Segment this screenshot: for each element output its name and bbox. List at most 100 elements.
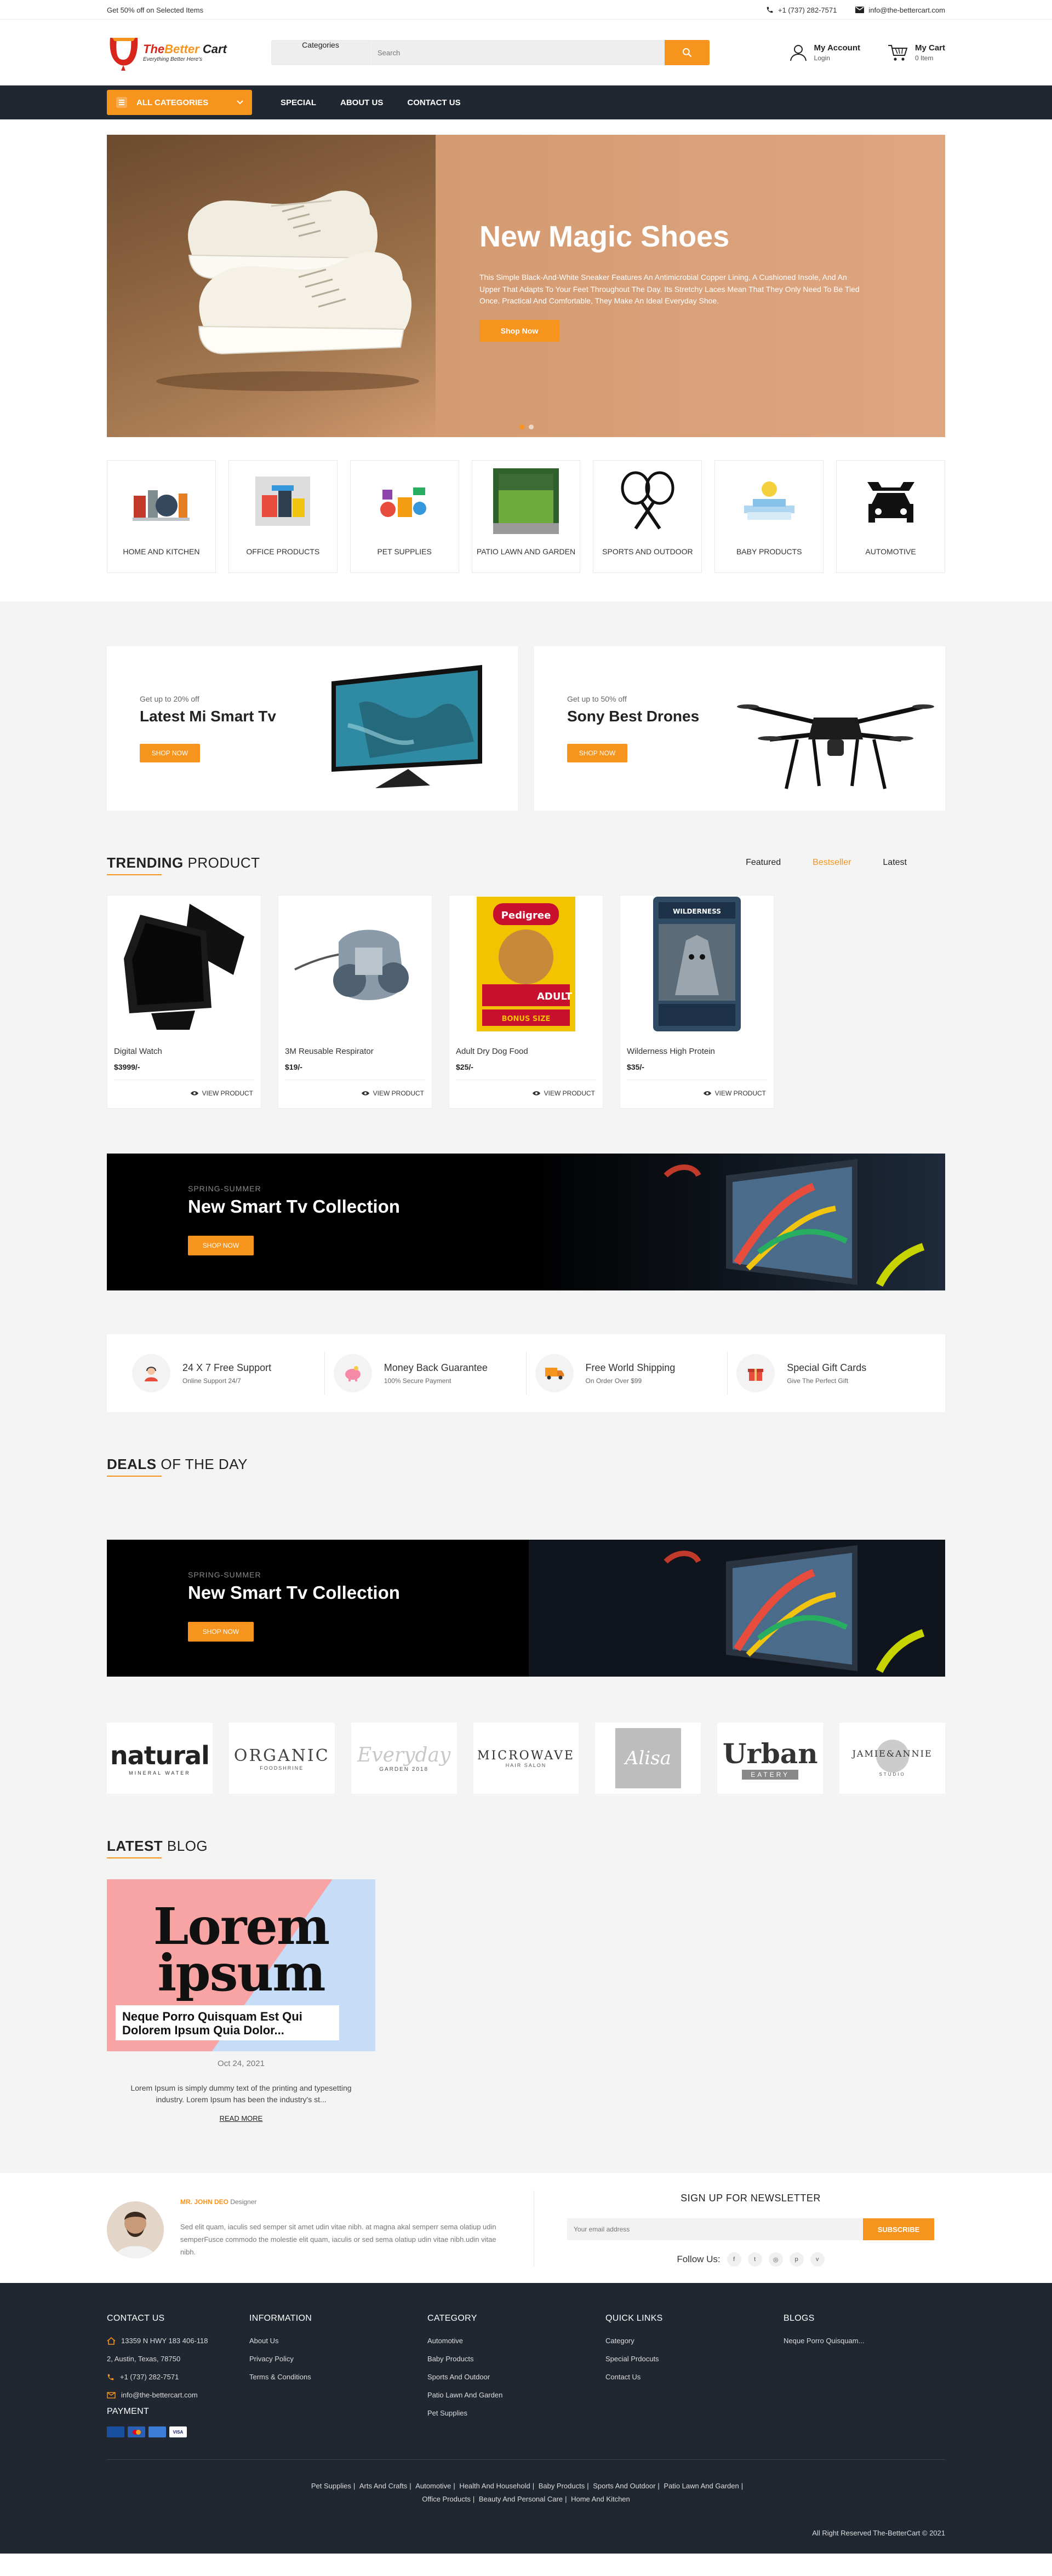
my-cart-link[interactable]: My Cart 0 Item	[888, 43, 945, 62]
brand-name: natural	[110, 1741, 210, 1770]
banner-season: SPRING-SUMMER	[188, 1184, 261, 1193]
product-price: $25/-	[456, 1063, 473, 1071]
search-input[interactable]	[370, 40, 665, 65]
logo[interactable]: TheBetter Cart Everything Better Here's	[107, 33, 271, 72]
promo-card-drones[interactable]: Get up to 50% off Sony Best Drones SHOP …	[534, 646, 945, 811]
product-card[interactable]: WILDERNESS Wilderness High Protein $35/-…	[620, 895, 774, 1109]
product-name: Wilderness High Protein	[627, 1047, 715, 1056]
footer-bottom-link[interactable]: Automotive	[413, 2482, 453, 2490]
read-more-link[interactable]: READ MORE	[107, 2114, 375, 2122]
footer-bottom-link[interactable]: Home And Kitchen	[569, 2495, 632, 2503]
banner-shop-now-button[interactable]: SHOP NOW	[188, 1236, 254, 1255]
nav-link-special[interactable]: SPECIAL	[281, 98, 316, 107]
footer-bottom-link[interactable]: Health And Household	[457, 2482, 532, 2490]
footer-link-patio[interactable]: Patio Lawn And Garden	[427, 2391, 605, 2399]
blog-date: Oct 24, 2021	[218, 2059, 265, 2068]
banner-shop-now-button[interactable]: SHOP NOW	[188, 1622, 254, 1642]
product-card[interactable]: Digital Watch $3999/- VIEW PRODUCT	[107, 895, 261, 1109]
footer-link-blog-post[interactable]: Neque Porro Quisquam...	[784, 2337, 864, 2345]
slider-dot-2[interactable]	[529, 424, 534, 429]
view-product-link[interactable]: VIEW PRODUCT	[361, 1089, 424, 1097]
footer-link-automotive[interactable]: Automotive	[427, 2337, 605, 2345]
category-card-pet[interactable]: PET SUPPLIES	[350, 460, 459, 573]
category-card-home-kitchen[interactable]: HOME AND KITCHEN	[107, 460, 216, 573]
hero-shop-now-button[interactable]: Shop Now	[479, 320, 559, 342]
search-category-select[interactable]: Categories	[271, 40, 370, 65]
brand-logo-microwave[interactable]: MICROWAVE HAIR SALON	[473, 1723, 579, 1794]
footer-bottom-link[interactable]: Beauty And Personal Care	[477, 2495, 565, 2503]
category-card-automotive[interactable]: AUTOMOTIVE	[836, 460, 946, 573]
footer-link-special[interactable]: Special Prdocuts	[605, 2355, 784, 2363]
trending-title-rest: PRODUCT	[183, 854, 260, 871]
brand-logo-natural[interactable]: natural MINERAL WATER	[107, 1723, 213, 1794]
category-card-sports[interactable]: SPORTS AND OUTDOOR	[593, 460, 702, 573]
protein-food-bag-image: WILDERNESS	[653, 897, 741, 1031]
newsletter-email-input[interactable]	[567, 2218, 863, 2240]
all-categories-button[interactable]: ALL CATEGORIES	[107, 90, 252, 115]
copyright: All Right Reserved The-BetterCart © 2021	[812, 2529, 945, 2537]
brand-logo-everyday[interactable]: Everyday GARDEN 2018	[351, 1723, 457, 1794]
tab-latest[interactable]: Latest	[883, 858, 907, 868]
category-card-patio[interactable]: PATIO LAWN AND GARDEN	[471, 460, 581, 573]
tv-collection-banner-2[interactable]: SPRING-SUMMER New Smart Tv Collection SH…	[107, 1540, 945, 1677]
account-title: My Account	[814, 43, 860, 53]
category-card-baby[interactable]: BABY PRODUCTS	[714, 460, 824, 573]
brand-logo-urban[interactable]: Urban EATERY	[717, 1723, 824, 1794]
footer-quick-links: QUICK LINKS Category Special Prdocuts Co…	[605, 2314, 784, 2437]
footer-bottom-link[interactable]: Pet Supplies	[309, 2482, 353, 2490]
blog-card[interactable]: Lorem ipsum Neque Porro Quisquam Est Qui…	[107, 1879, 375, 2122]
eye-icon	[190, 1091, 198, 1095]
brand-name: ORGANIC	[233, 1746, 330, 1765]
facebook-icon[interactable]: f	[727, 2252, 741, 2267]
instagram-icon[interactable]: ◎	[768, 2252, 783, 2267]
footer-bottom-link[interactable]: Arts And Crafts	[357, 2482, 409, 2490]
vimeo-icon[interactable]: v	[810, 2252, 825, 2267]
footer-link-sports[interactable]: Sports And Outdoor	[427, 2373, 605, 2381]
brand-logo-alisa[interactable]: Alisa	[595, 1723, 701, 1794]
brand-logo-jamie-annie[interactable]: JAMIE&ANNIE STUDIO	[839, 1723, 946, 1794]
nav-link-about[interactable]: ABOUT US	[340, 98, 383, 107]
tab-bestseller[interactable]: Bestseller	[813, 858, 851, 868]
footer-bottom-link[interactable]: Sports And Outdoor	[591, 2482, 658, 2490]
promo-shop-now-button[interactable]: SHOP NOW	[567, 744, 627, 762]
footer-email[interactable]: info@the-bettercart.com	[121, 2391, 198, 2399]
tv-collection-banner[interactable]: SPRING-SUMMER New Smart Tv Collection SH…	[107, 1154, 945, 1290]
view-product-link[interactable]: VIEW PRODUCT	[190, 1089, 253, 1097]
view-product-link[interactable]: VIEW PRODUCT	[532, 1089, 595, 1097]
twitter-icon[interactable]: t	[747, 2252, 762, 2267]
footer-link-contact[interactable]: Contact Us	[605, 2373, 784, 2381]
brand-logo-organic[interactable]: ORGANIC FOODSHRINE	[228, 1723, 335, 1794]
pinterest-icon[interactable]: p	[789, 2252, 804, 2267]
footer-link-about[interactable]: About Us	[249, 2337, 427, 2345]
mail-icon	[855, 7, 865, 13]
footer-link-terms[interactable]: Terms & Conditions	[249, 2373, 427, 2381]
product-card[interactable]: Pedigree ADULT BONUS SIZE Adult Dry Dog Fo…	[449, 895, 603, 1109]
promo-card-smart-tv[interactable]: Get up to 20% off Latest Mi Smart Tv SHO…	[107, 646, 518, 811]
footer-bottom-link[interactable]: Patio Lawn And Garden	[661, 2482, 741, 2490]
testimonial-role: Designer	[228, 2198, 257, 2206]
tab-featured[interactable]: Featured	[746, 858, 781, 868]
category-label: HOME AND KITCHEN	[123, 547, 200, 556]
search-button[interactable]	[665, 40, 710, 65]
footer-phone[interactable]: +1 (737) 282-7571	[120, 2373, 179, 2381]
footer-link-pet[interactable]: Pet Supplies	[427, 2409, 605, 2417]
topbar-email[interactable]: info@the-bettercart.com	[855, 6, 945, 14]
my-account-link[interactable]: My Account Login	[789, 43, 860, 62]
gift-box-icon	[748, 1369, 764, 1381]
nav-link-contact[interactable]: CONTACT US	[407, 98, 460, 107]
category-card-office[interactable]: OFFICE PRODUCTS	[228, 460, 338, 573]
footer-bottom-link[interactable]: Office Products	[420, 2495, 473, 2503]
promo-shop-now-button[interactable]: SHOP NOW	[140, 744, 200, 762]
footer-link-category[interactable]: Category	[605, 2337, 784, 2345]
product-card[interactable]: 3M Reusable Respirator $19/- VIEW PRODUC…	[278, 895, 432, 1109]
service-title: Free World Shipping	[585, 1362, 676, 1373]
footer-link-privacy[interactable]: Privacy Policy	[249, 2355, 427, 2363]
phone-icon	[107, 2374, 114, 2380]
slider-dot-1[interactable]	[519, 424, 524, 429]
footer-bottom-link[interactable]: Baby Products	[536, 2482, 587, 2490]
subscribe-button[interactable]: SUBSCRIBE	[863, 2218, 934, 2240]
topbar-phone[interactable]: +1 (737) 282-7571	[766, 6, 837, 14]
footer-address-2: 2, Austin, Texas, 78750	[107, 2355, 181, 2363]
view-product-link[interactable]: VIEW PRODUCT	[703, 1089, 766, 1097]
footer-link-baby[interactable]: Baby Products	[427, 2355, 605, 2363]
